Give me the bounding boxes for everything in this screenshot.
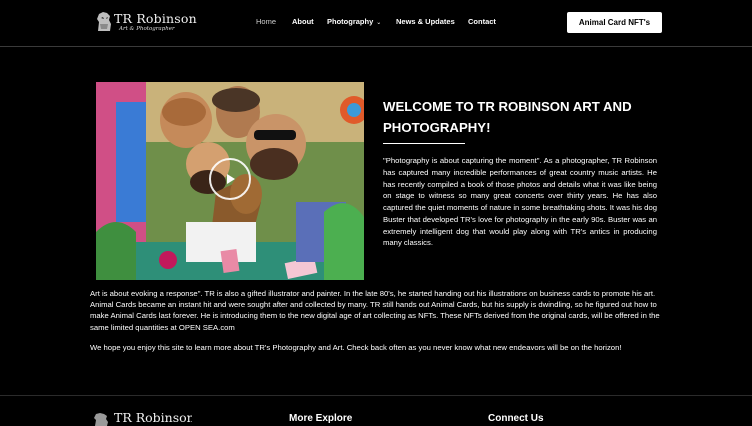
animal-card-nft-button[interactable]: Animal Card NFT's: [567, 12, 662, 33]
heading-divider: [383, 143, 465, 144]
closing-paragraph: We hope you enjoy this site to learn mor…: [90, 343, 622, 352]
nav-photography[interactable]: Photography ⌄: [327, 17, 381, 26]
logo-subtitle: Art & Photographer: [119, 26, 175, 32]
nav-news-updates[interactable]: News & Updates: [396, 17, 455, 26]
footer-connect-us-heading: Connect Us: [488, 413, 544, 424]
nav-photography-label: Photography: [327, 17, 374, 26]
play-video-button[interactable]: [209, 158, 251, 200]
site-header: TR Robinson Art & Photographer Home Abou…: [0, 0, 752, 47]
footer-divider: [0, 395, 752, 396]
welcome-heading: WELCOME TO TR ROBINSON ART AND PHOTOGRAP…: [383, 99, 632, 135]
logo-title: TR Robinson: [114, 11, 197, 26]
site-logo[interactable]: TR Robinson Art & Photographer: [95, 10, 197, 36]
chevron-down-icon: ⌄: [376, 20, 382, 26]
nav-home[interactable]: Home: [256, 17, 276, 26]
nav-contact[interactable]: Contact: [468, 17, 496, 26]
footer-more-explore-heading: More Explore: [289, 413, 353, 424]
nav-about[interactable]: About: [292, 17, 314, 26]
footer-logo-title: TR Robinson: [114, 412, 192, 425]
dog-logo-icon: [97, 12, 111, 31]
intro-paragraph: "Photography is about capturing the mome…: [383, 156, 657, 248]
play-icon: [227, 174, 235, 184]
art-paragraph: Art is about evoking a response". TR is …: [90, 289, 660, 332]
